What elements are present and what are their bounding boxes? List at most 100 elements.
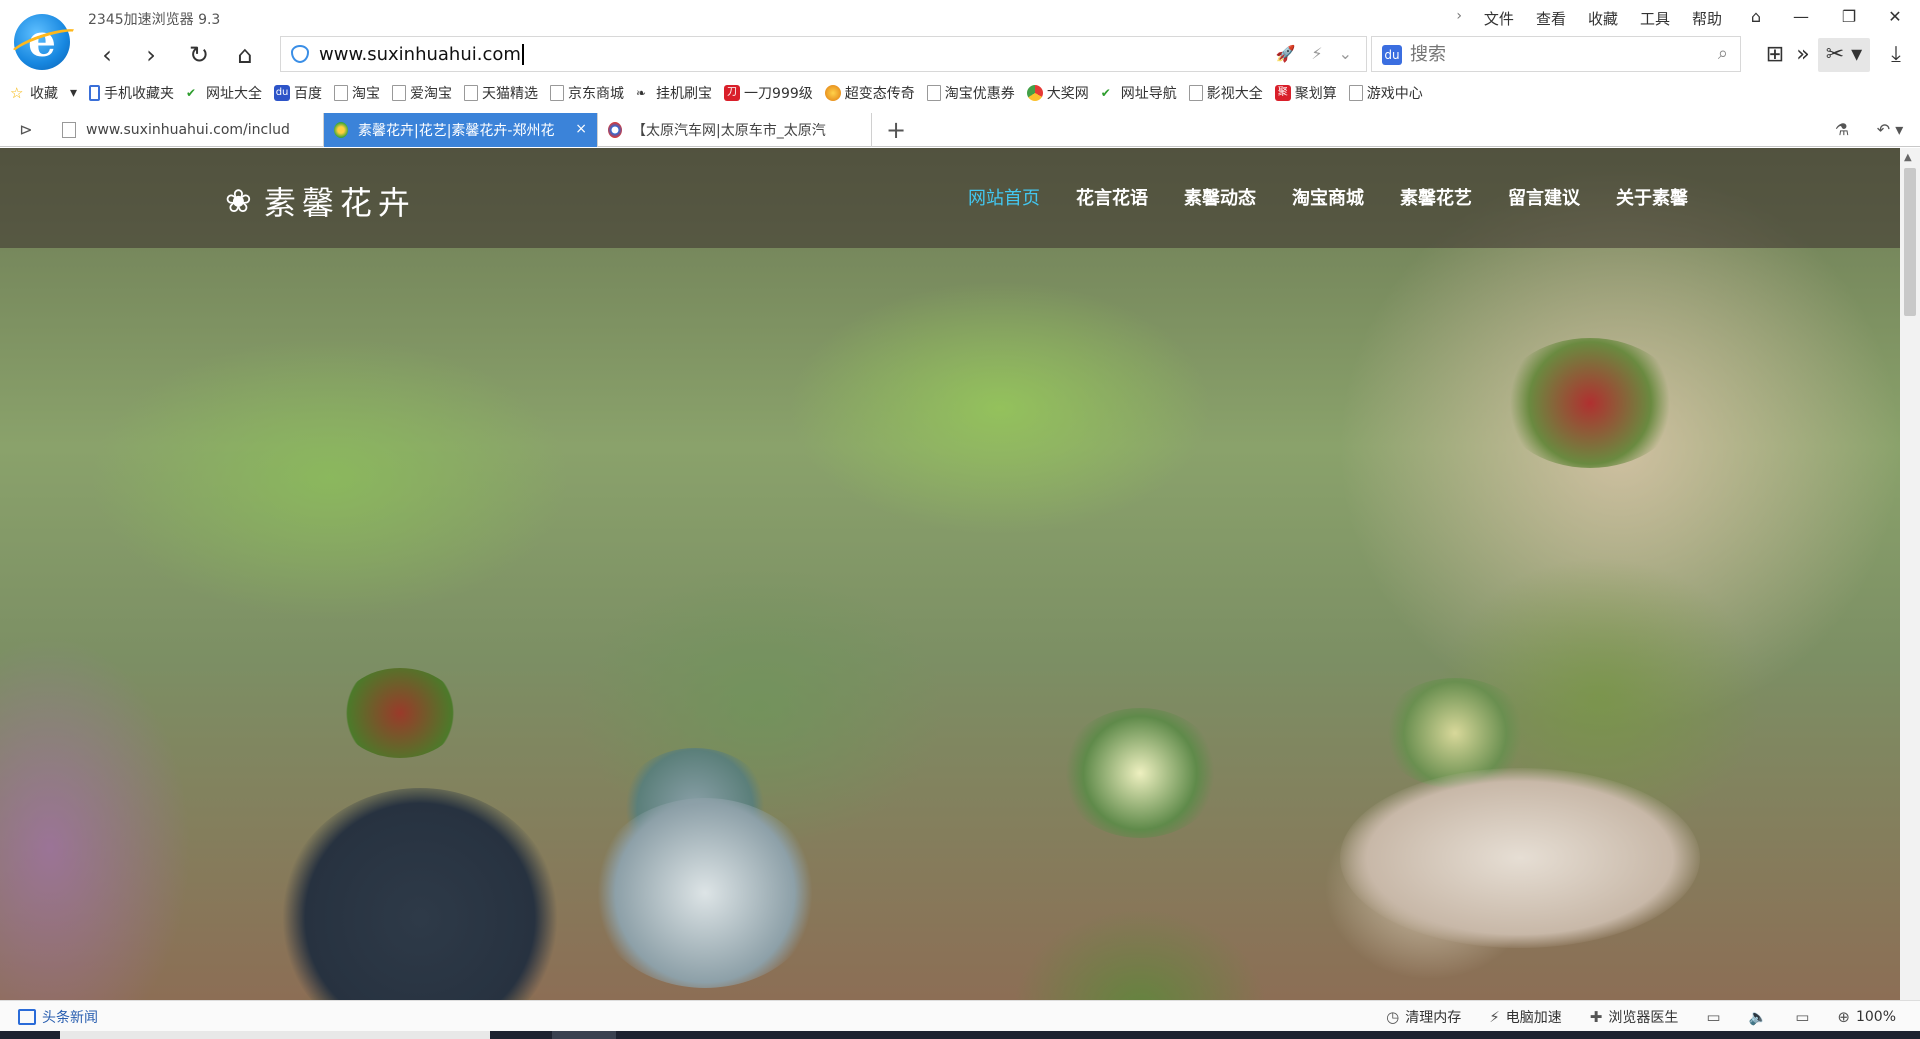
scroll-up-arrow-icon[interactable]: ▲	[1904, 152, 1912, 163]
screen-button[interactable]: ▭	[1795, 1008, 1809, 1026]
browser-doctor-button[interactable]: ✚ 浏览器医生	[1590, 1007, 1679, 1027]
medkit-icon: ✚	[1589, 1008, 1603, 1026]
menu-help[interactable]: 帮助	[1692, 8, 1722, 29]
site-nav-floral-art[interactable]: 素馨花艺	[1400, 184, 1472, 210]
baidu-paw-icon[interactable]: du	[1382, 45, 1402, 65]
web-page: ❀ 素馨花卉 网站首页 花言花语 素馨动态 淘宝商城 素馨花艺 留言建议 关于素…	[0, 148, 1900, 1000]
menu-view[interactable]: 查看	[1536, 8, 1566, 29]
bookmark-item[interactable]: 京东商城	[550, 83, 624, 103]
menu-tools[interactable]: 工具	[1640, 8, 1670, 29]
bookmark-item[interactable]: 影视大全	[1188, 83, 1263, 103]
bookmark-item[interactable]: ✔ 网址导航	[1100, 83, 1177, 103]
page-icon	[1188, 85, 1203, 101]
lightning-icon[interactable]: ⚡	[1311, 44, 1322, 63]
bookmark-item[interactable]: 游戏中心	[1348, 83, 1423, 103]
bookmark-label: 一刀999级	[744, 86, 813, 102]
skin-icon[interactable]: ⌂	[1741, 4, 1771, 30]
image-icon: ▭	[1706, 1008, 1721, 1026]
site-nav-flower-language[interactable]: 花言花语	[1076, 184, 1148, 210]
search-input[interactable]	[1410, 42, 1690, 66]
page-icon	[62, 122, 76, 138]
security-shield-icon	[291, 45, 309, 63]
phone-icon	[89, 85, 101, 101]
address-bar[interactable]: www.suxinhuahui.com 🚀 ⚡ ⌄	[280, 36, 1367, 72]
bookmark-label: 影视大全	[1206, 86, 1263, 102]
vertical-scrollbar[interactable]: ▲	[1900, 148, 1920, 1000]
url-text[interactable]: www.suxinhuahui.com	[319, 44, 524, 65]
home-button[interactable]: ⌂	[228, 40, 262, 70]
rocket-icon[interactable]: 🚀	[1275, 44, 1295, 63]
menu-file[interactable]: 文件	[1484, 8, 1514, 29]
bookmark-item[interactable]: 淘宝	[334, 83, 380, 103]
tab-label: 【太原汽车网|太原车市_太原汽	[632, 123, 826, 139]
download-icon[interactable]: ⤓	[1876, 38, 1916, 72]
site-navigation: 网站首页 花言花语 素馨动态 淘宝商城 素馨花艺 留言建议 关于素馨	[968, 184, 1688, 210]
menu-favorites[interactable]: 收藏	[1588, 8, 1618, 29]
bookmark-item[interactable]: 天猫精选	[464, 83, 538, 103]
chevron-down-icon[interactable]: ⌄	[1339, 44, 1352, 63]
bookmark-label: 聚划算	[1294, 86, 1337, 102]
title-bar: 2345加速浏览器 9.3 › 文件 查看 收藏 工具 帮助 ⌂ — ❐ ✕	[0, 0, 1920, 34]
hao-icon: ✔	[186, 85, 203, 101]
bookmark-label: 天猫精选	[482, 86, 539, 102]
sidebar-toggle-icon[interactable]: ⊳	[14, 119, 38, 141]
back-button[interactable]: ‹	[90, 40, 124, 70]
site-nav-about[interactable]: 关于素馨	[1616, 184, 1688, 210]
bookmark-item[interactable]: 大奖网	[1026, 83, 1089, 103]
close-button[interactable]: ✕	[1880, 4, 1910, 30]
site-nav-news[interactable]: 素馨动态	[1184, 184, 1256, 210]
headline-news[interactable]: 头条新闻	[18, 1007, 98, 1027]
screenshot-cut-button[interactable]: ✂ ▾	[1818, 38, 1870, 72]
tab-close-icon[interactable]: ×	[575, 121, 587, 137]
bookmark-item[interactable]: 聚聚划算	[1274, 83, 1337, 103]
tab-2-active[interactable]: 素馨花卉|花艺|素馨花卉-郑州花 ×	[324, 113, 598, 147]
search-icon[interactable]: ⌕	[1718, 43, 1728, 64]
undo-close-tab-icon[interactable]: ↶ ▾	[1872, 119, 1908, 141]
bookmark-item[interactable]: 超变态传奇	[824, 83, 915, 103]
bookmark-item[interactable]: 刀一刀999级	[724, 83, 813, 103]
page-icon	[1348, 85, 1363, 101]
forward-button[interactable]: ›	[134, 40, 168, 70]
more-tools-icon[interactable]: »	[1790, 38, 1816, 72]
bucket-icon[interactable]: ⚗	[1830, 119, 1854, 141]
bookmark-item[interactable]: 淘宝优惠券	[926, 83, 1015, 103]
pc-speedup-button[interactable]: ⚡ 电脑加速	[1489, 1007, 1562, 1027]
bookmark-item[interactable]: du 百度	[274, 83, 322, 103]
site-logo[interactable]: ❀ 素馨花卉	[225, 178, 416, 224]
bookmark-item[interactable]: ☆ 收藏	[10, 83, 58, 103]
tab-label: 素馨花卉|花艺|素馨花卉-郑州花	[358, 123, 555, 139]
bookmark-label: 百度	[294, 86, 323, 102]
menu-chevron-icon[interactable]: ›	[1456, 8, 1462, 29]
favorites-dropdown[interactable]: ▾	[70, 85, 77, 101]
car-site-favicon-icon	[608, 122, 622, 138]
bookmark-item[interactable]: ✔ 网址大全	[186, 83, 262, 103]
image-toggle-button[interactable]: ▭	[1706, 1008, 1720, 1026]
scroll-thumb[interactable]	[1904, 168, 1916, 316]
succulent-decoration	[1500, 338, 1680, 468]
page-icon	[926, 85, 941, 101]
headline-news-label: 头条新闻	[42, 1010, 98, 1026]
tab-1[interactable]: www.suxinhuahui.com/includ	[52, 113, 324, 147]
bookmark-item[interactable]: 手机收藏夹	[89, 83, 174, 103]
clean-memory-button[interactable]: ◷ 清理内存	[1386, 1007, 1461, 1027]
site-nav-home[interactable]: 网站首页	[968, 184, 1040, 210]
maximize-button[interactable]: ❐	[1834, 4, 1864, 30]
zoom-level-button[interactable]: ⊕ 100%	[1837, 1008, 1896, 1026]
site-header: ❀ 素馨花卉 网站首页 花言花语 素馨动态 淘宝商城 素馨花艺 留言建议 关于素…	[0, 148, 1900, 248]
browser-logo-letter: e	[28, 16, 56, 67]
bookmark-label: 超变态传奇	[844, 86, 915, 102]
site-nav-feedback[interactable]: 留言建议	[1508, 184, 1580, 210]
bookmark-item[interactable]: 爱淘宝	[392, 83, 452, 103]
new-tab-button[interactable]: +	[882, 116, 910, 144]
bookmark-label: 网址导航	[1120, 86, 1177, 102]
tab-3[interactable]: 【太原汽车网|太原车市_太原汽	[598, 113, 872, 147]
tab-strip: ⊳ www.suxinhuahui.com/includ 素馨花卉|花艺|素馨花…	[0, 113, 1920, 147]
minimize-button[interactable]: —	[1786, 4, 1816, 30]
status-bar: 头条新闻 ◷ 清理内存 ⚡ 电脑加速 ✚ 浏览器医生 ▭ 🔈 ▭ ⊕ 100%	[0, 1000, 1920, 1031]
site-nav-taobao-store[interactable]: 淘宝商城	[1292, 184, 1364, 210]
bookmark-item[interactable]: ❧ 挂机刷宝	[636, 83, 712, 103]
apps-grid-icon[interactable]: ⊞	[1755, 38, 1795, 72]
reload-button[interactable]: ↻	[182, 40, 216, 70]
search-box[interactable]: du ⌕	[1371, 36, 1741, 72]
volume-button[interactable]: 🔈	[1749, 1008, 1768, 1026]
